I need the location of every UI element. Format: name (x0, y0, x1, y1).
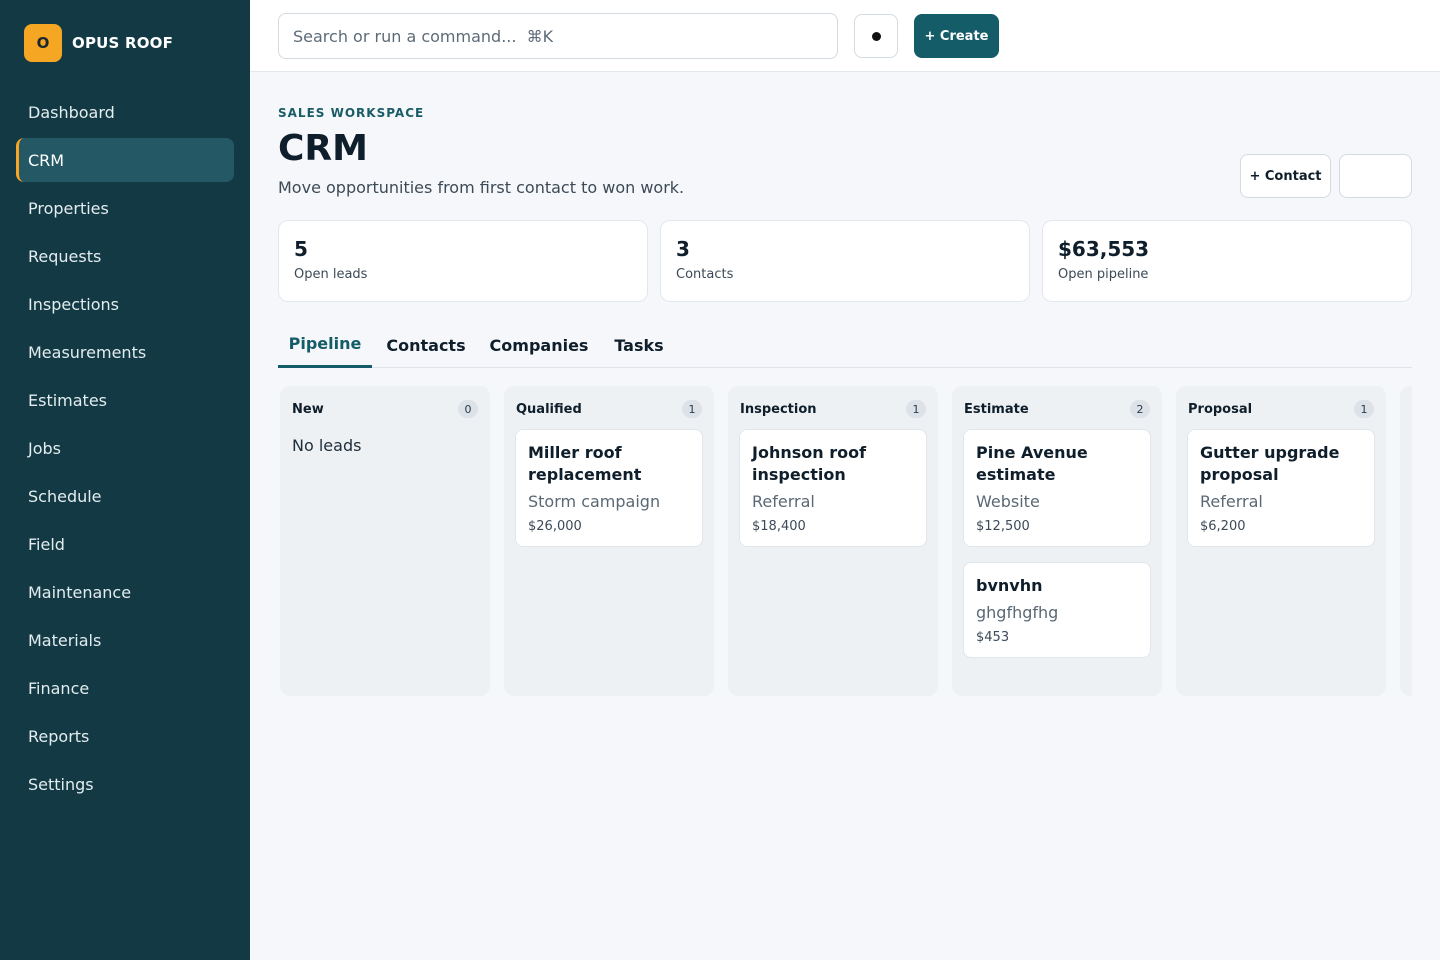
sidebar-item-inspections[interactable]: Inspections (16, 282, 234, 326)
lead-card[interactable]: Miller roof replacement Storm campaign $… (515, 429, 703, 547)
lead-title: bvnvhn (976, 576, 1043, 595)
crm-tabs: Pipeline Contacts Companies Tasks (278, 322, 1412, 368)
brand[interactable]: O OPUS ROOF (24, 24, 173, 62)
status-button[interactable] (854, 14, 898, 58)
sidebar-item-settings[interactable]: Settings (16, 762, 234, 806)
pipeline-column-next (1400, 386, 1412, 696)
lead-value: $453 (976, 630, 1010, 645)
sidebar-item-crm[interactable]: CRM (16, 138, 234, 182)
column-title: Inspection (740, 402, 817, 417)
sidebar-item-requests[interactable]: Requests (16, 234, 234, 278)
tab-tasks[interactable]: Tasks (610, 322, 668, 368)
lead-value: $26,000 (528, 519, 582, 534)
sidebar-item-measurements[interactable]: Measurements (16, 330, 234, 374)
sidebar-item-materials[interactable]: Materials (16, 618, 234, 662)
column-count-badge: 1 (906, 400, 926, 418)
lead-title: Pine Avenue estimate (976, 443, 1088, 484)
lead-title: Johnson roof inspection (752, 443, 867, 484)
sidebar-item-finance[interactable]: Finance (16, 666, 234, 710)
lead-source: Referral (1200, 492, 1263, 511)
stat-open-leads: 5 Open leads (278, 220, 648, 302)
lead-source: Storm campaign (528, 492, 661, 511)
pipeline-column-new: New 0 No leads (280, 386, 490, 696)
lead-card[interactable]: Johnson roof inspection Referral $18,400 (739, 429, 927, 547)
column-title: Estimate (964, 402, 1029, 417)
stat-label: Open leads (294, 267, 368, 282)
page-subtitle: Move opportunities from first contact to… (278, 178, 685, 197)
tab-contacts[interactable]: Contacts (382, 322, 470, 368)
sidebar-item-estimates[interactable]: Estimates (16, 378, 234, 422)
secondary-action-button[interactable] (1339, 154, 1412, 198)
stat-open-pipeline: $63,553 Open pipeline (1042, 220, 1412, 302)
page-eyebrow: SALES WORKSPACE (278, 106, 425, 120)
stat-contacts: 3 Contacts (660, 220, 1030, 302)
sidebar-item-dashboard[interactable]: Dashboard (16, 90, 234, 134)
stat-value: 3 (676, 237, 690, 261)
pipeline-column-inspection: Inspection 1 Johnson roof inspection Ref… (728, 386, 938, 696)
brand-logo: O (24, 24, 62, 62)
column-title: Qualified (516, 402, 582, 417)
topbar: + Create (250, 0, 1440, 72)
stat-value: 5 (294, 237, 308, 261)
page-title: CRM (278, 128, 368, 169)
column-title: Proposal (1188, 402, 1253, 417)
sidebar-item-schedule[interactable]: Schedule (16, 474, 234, 518)
lead-source: Referral (752, 492, 815, 511)
search-input[interactable] (278, 13, 838, 59)
sidebar-item-maintenance[interactable]: Maintenance (16, 570, 234, 614)
create-button[interactable]: + Create (914, 14, 999, 58)
column-count-badge: 2 (1130, 400, 1150, 418)
column-empty-text: No leads (292, 436, 362, 455)
lead-card[interactable]: Pine Avenue estimate Website $12,500 (963, 429, 1151, 547)
lead-title: Gutter upgrade proposal (1200, 443, 1340, 484)
pipeline-board: New 0 No leads Qualified 1 Miller roof r… (278, 384, 1412, 696)
tab-pipeline[interactable]: Pipeline (278, 322, 372, 368)
lead-value: $6,200 (1200, 519, 1246, 534)
lead-value: $12,500 (976, 519, 1030, 534)
brand-name: OPUS ROOF (72, 34, 174, 52)
add-contact-button[interactable]: + Contact (1240, 154, 1331, 198)
stat-label: Contacts (676, 267, 734, 282)
lead-source: ghgfhgfhg (976, 603, 1059, 622)
pipeline-column-estimate: Estimate 2 Pine Avenue estimate Website … (952, 386, 1162, 696)
pipeline-column-qualified: Qualified 1 Miller roof replacement Stor… (504, 386, 714, 696)
lead-value: $18,400 (752, 519, 806, 534)
column-title: New (292, 402, 324, 417)
lead-title: Miller roof replacement (528, 443, 642, 484)
sidebar: O OPUS ROOF Dashboard CRM Properties Req… (0, 0, 250, 960)
stat-label: Open pipeline (1058, 267, 1149, 282)
lead-card[interactable]: Gutter upgrade proposal Referral $6,200 (1187, 429, 1375, 547)
stat-value: $63,553 (1058, 237, 1150, 261)
lead-card[interactable]: bvnvhn ghgfhgfhg $453 (963, 562, 1151, 658)
sidebar-item-properties[interactable]: Properties (16, 186, 234, 230)
column-count-badge: 1 (1354, 400, 1374, 418)
tab-companies[interactable]: Companies (486, 322, 592, 368)
lead-source: Website (976, 492, 1040, 511)
column-count-badge: 1 (682, 400, 702, 418)
pipeline-column-proposal: Proposal 1 Gutter upgrade proposal Refer… (1176, 386, 1386, 696)
sidebar-nav: Dashboard CRM Properties Requests Inspec… (16, 90, 234, 810)
sidebar-item-reports[interactable]: Reports (16, 714, 234, 758)
sidebar-item-field[interactable]: Field (16, 522, 234, 566)
column-count-badge: 0 (458, 400, 478, 418)
status-dot-icon (871, 31, 881, 41)
sidebar-item-jobs[interactable]: Jobs (16, 426, 234, 470)
